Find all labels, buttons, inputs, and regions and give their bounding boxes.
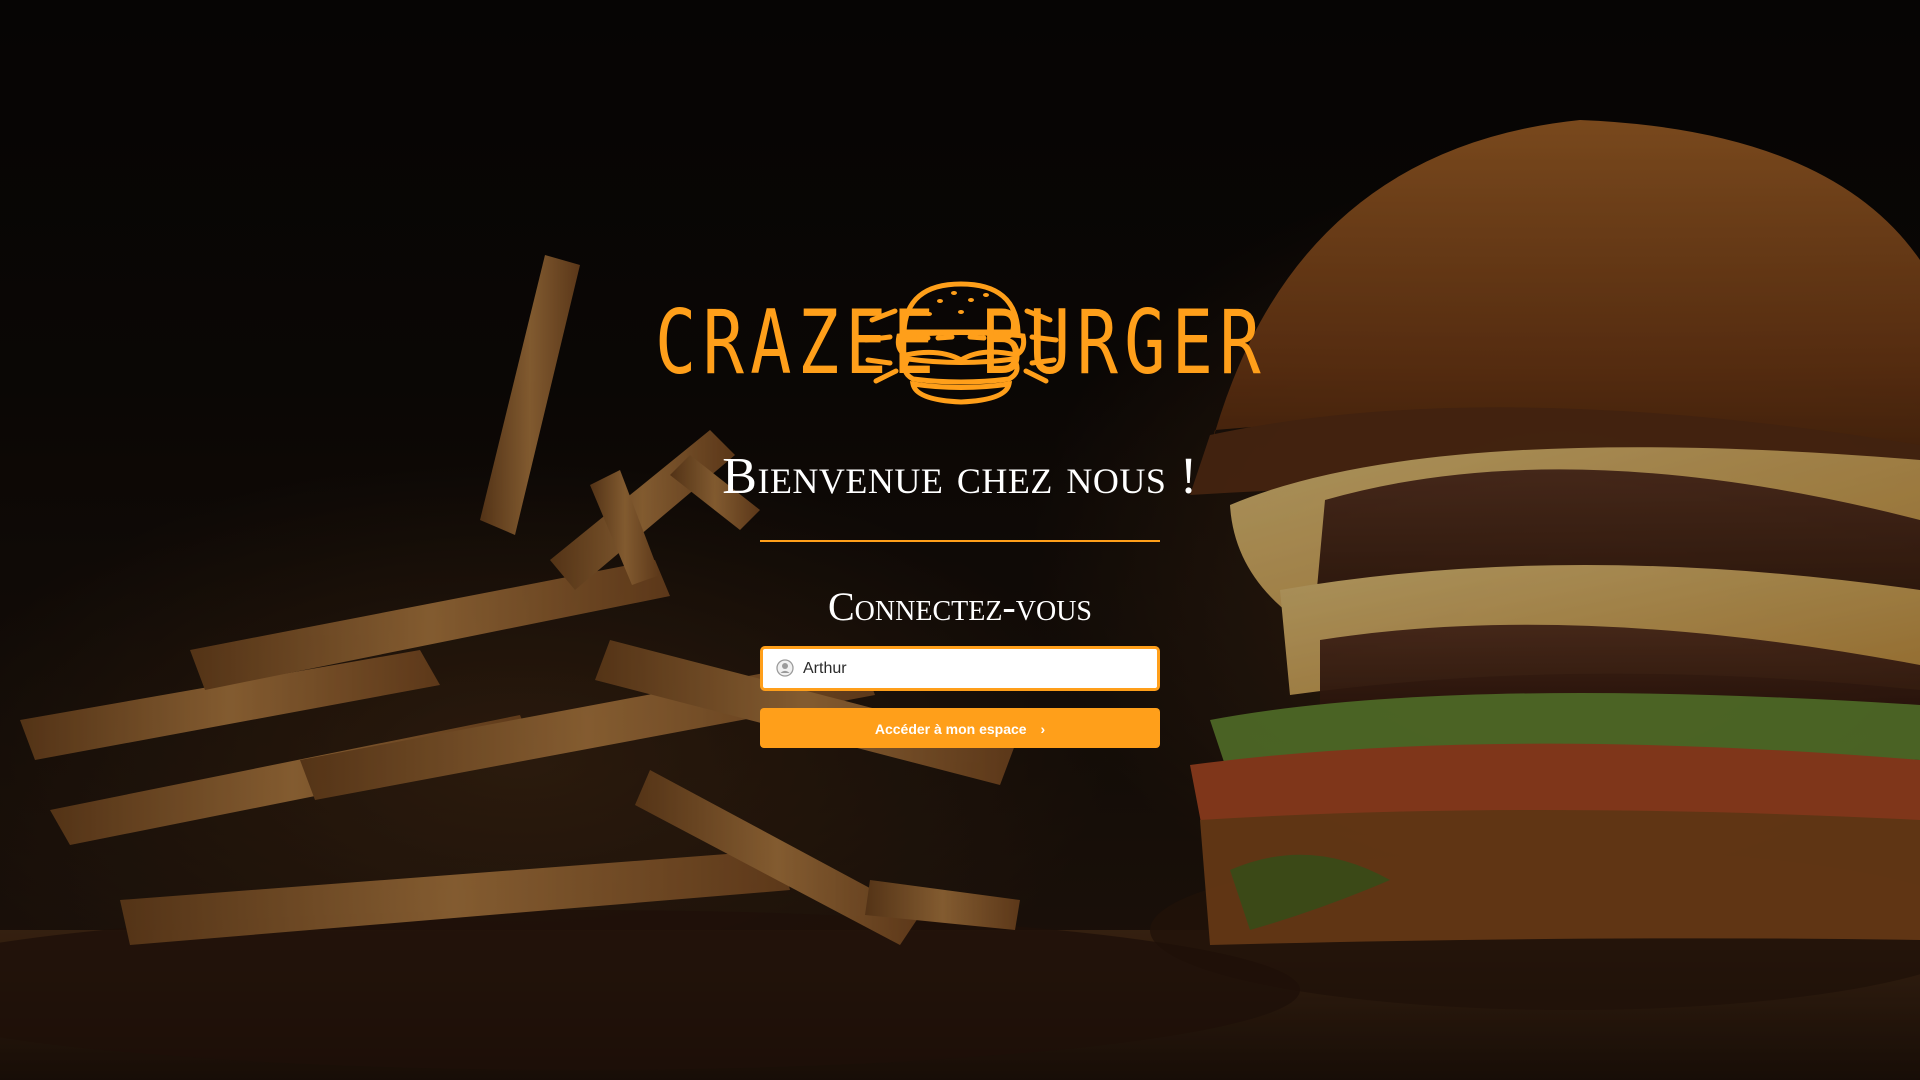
access-space-button[interactable]: Accéder à mon espace › [760, 708, 1160, 748]
username-field[interactable] [760, 646, 1160, 691]
login-content: CRAZEE BURGER Bienvenue chez nous ! Conn… [0, 0, 1920, 1080]
user-icon [776, 659, 794, 677]
access-space-label: Accéder à mon espace [874, 720, 1027, 737]
brand-logo: CRAZEE BURGER [655, 278, 1267, 408]
orange-divider [760, 540, 1160, 542]
brand-right-word: BURGER [981, 291, 1267, 394]
login-heading: Connectez-vous [828, 584, 1092, 629]
welcome-heading: Bienvenue chez nous ! [722, 448, 1198, 505]
chevron-right-icon: › [1040, 720, 1046, 737]
login-page: CRAZEE BURGER Bienvenue chez nous ! Conn… [0, 0, 1920, 1080]
username-input[interactable] [803, 649, 1153, 688]
